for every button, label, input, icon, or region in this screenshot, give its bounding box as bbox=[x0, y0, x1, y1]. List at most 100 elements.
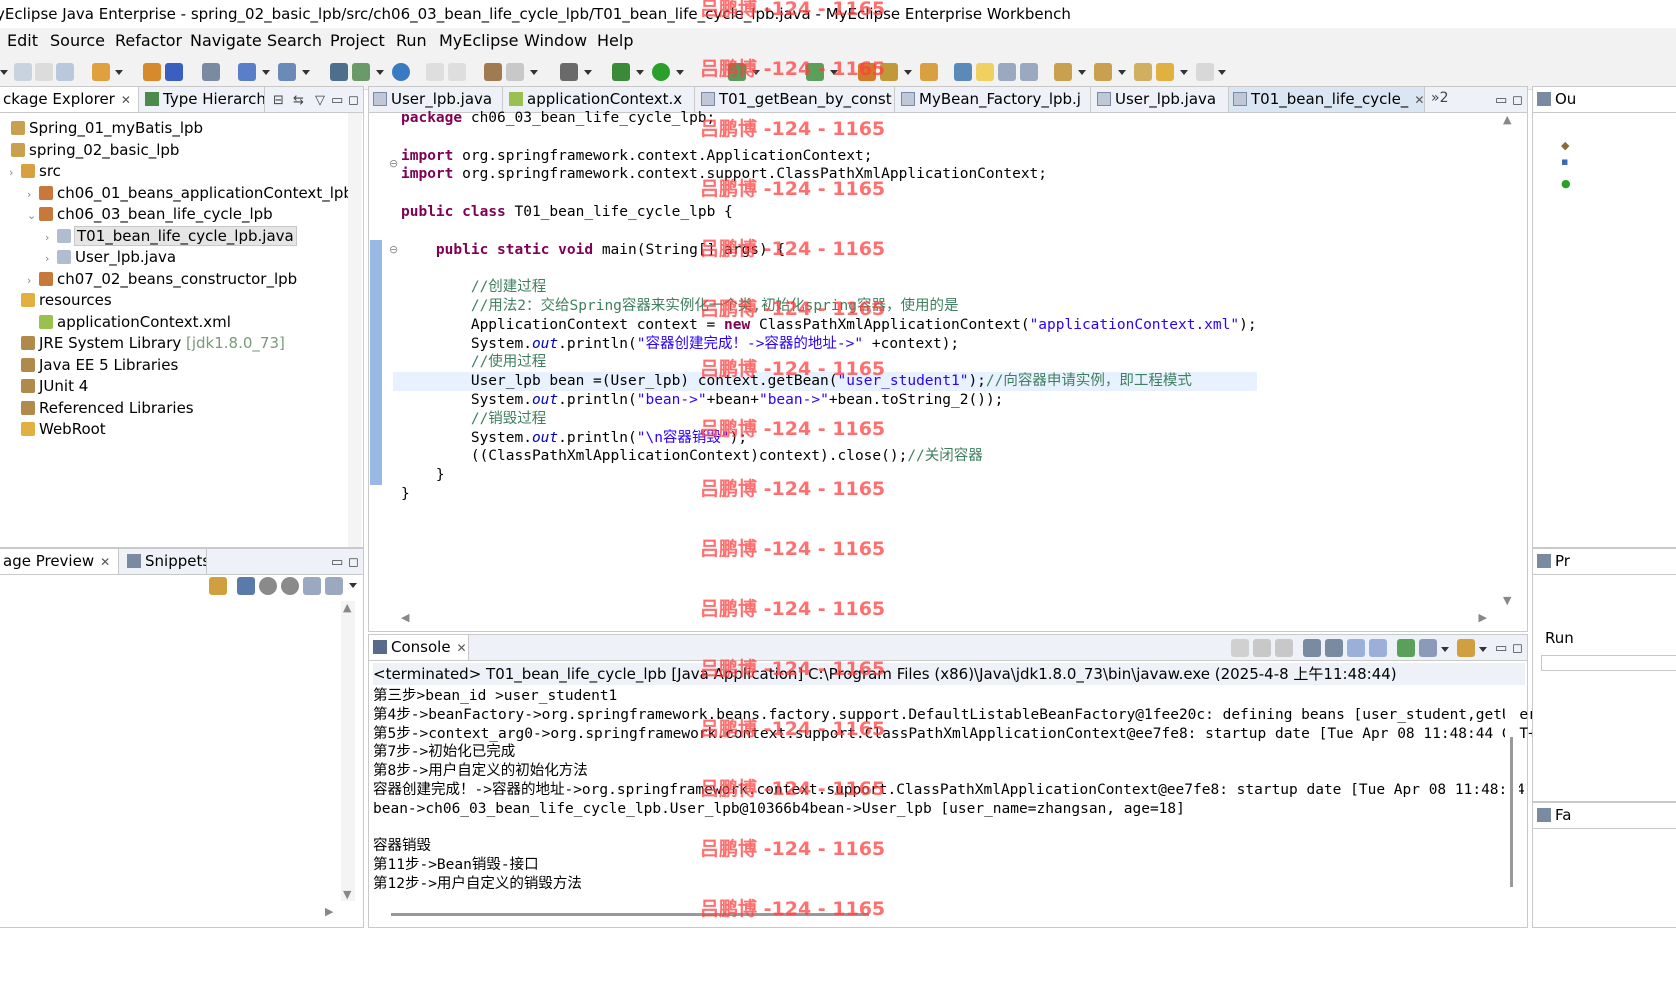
tree-item[interactable]: › ch07_02_beans_constructor_lpb bbox=[0, 269, 297, 290]
history-back-icon[interactable] bbox=[426, 63, 444, 81]
dropdown-arrow-icon[interactable] bbox=[1180, 68, 1188, 76]
maximize-icon[interactable]: ◻ bbox=[1512, 93, 1523, 108]
run-server-icon[interactable] bbox=[278, 63, 296, 81]
chevron-down-icon[interactable]: ⌄ bbox=[27, 205, 39, 226]
save-all-icon[interactable] bbox=[35, 63, 53, 81]
editor-vertical-scrollbar[interactable]: ▲ ▼ bbox=[1501, 113, 1515, 607]
minimize-icon[interactable]: ▭ bbox=[331, 555, 343, 570]
tree-item[interactable]: applicationContext.xml bbox=[0, 312, 231, 333]
code-line[interactable]: } bbox=[393, 466, 1257, 485]
globe-icon[interactable] bbox=[392, 63, 410, 81]
new-wizard-icon[interactable] bbox=[92, 63, 110, 81]
fit-icon[interactable] bbox=[237, 577, 255, 595]
open-console-icon[interactable] bbox=[1457, 639, 1475, 657]
view-menu-icon[interactable]: ▽ bbox=[315, 93, 325, 108]
sync-icon[interactable] bbox=[209, 577, 227, 595]
fold-icon[interactable]: ⊖ bbox=[389, 243, 398, 256]
chevron-right-icon[interactable]: › bbox=[27, 270, 39, 291]
run-external-icon[interactable] bbox=[728, 63, 746, 81]
tab-overflow[interactable]: »2 bbox=[1431, 90, 1448, 106]
code-area[interactable]: package ch06_03_bean_life_cycle_lpb; imp… bbox=[393, 109, 1519, 603]
new-package-icon[interactable] bbox=[484, 63, 502, 81]
scroll-up-icon[interactable]: ▲ bbox=[1503, 113, 1511, 126]
dropdown-arrow-icon[interactable] bbox=[262, 68, 270, 76]
scroll-lock-icon[interactable] bbox=[1325, 639, 1343, 657]
minimize-icon[interactable]: ▭ bbox=[331, 93, 343, 108]
console-vertical-scrollbar[interactable] bbox=[1505, 687, 1519, 887]
dropdown-arrow-icon[interactable] bbox=[636, 68, 644, 76]
open-task-icon[interactable] bbox=[858, 63, 876, 81]
close-icon[interactable]: ✕ bbox=[1414, 93, 1424, 107]
tree-item[interactable]: › ch06_01_beans_applicationContext_lpb bbox=[0, 183, 353, 204]
toggle-block-icon[interactable] bbox=[998, 63, 1016, 81]
link-editor-icon[interactable]: ⇆ bbox=[293, 93, 304, 108]
code-line[interactable]: ((ClassPathXmlApplicationContext)context… bbox=[393, 447, 1257, 466]
new-class-icon[interactable] bbox=[506, 63, 524, 81]
deploy-icon[interactable] bbox=[238, 63, 256, 81]
clear-console-icon[interactable] bbox=[1303, 639, 1321, 657]
scroll-up-icon[interactable]: ▲ bbox=[343, 601, 351, 614]
menu-help[interactable]: Help bbox=[597, 28, 633, 54]
dropdown-arrow-icon[interactable] bbox=[115, 68, 123, 76]
display-console-icon[interactable] bbox=[1419, 639, 1437, 657]
refresh-icon[interactable] bbox=[806, 63, 824, 81]
fit-window-icon[interactable] bbox=[325, 577, 343, 595]
tab-bottom-right[interactable]: Fa bbox=[1533, 803, 1676, 828]
scroll-right-icon[interactable]: ▶ bbox=[1479, 611, 1487, 624]
back-icon[interactable] bbox=[1156, 63, 1174, 81]
word-wrap-icon[interactable] bbox=[1347, 639, 1365, 657]
tree-item[interactable]: spring_02_basic_lpb bbox=[0, 140, 179, 161]
scroll-right-icon[interactable]: ▶ bbox=[325, 905, 333, 918]
menu-run[interactable]: Run bbox=[396, 28, 427, 54]
code-line[interactable]: package ch06_03_bean_life_cycle_lpb; bbox=[393, 109, 1257, 128]
maximize-icon[interactable]: ◻ bbox=[348, 93, 359, 108]
code-line[interactable] bbox=[393, 184, 1257, 203]
dropdown-arrow-icon[interactable] bbox=[1479, 645, 1487, 653]
open-type-icon[interactable] bbox=[143, 63, 161, 81]
menu-project[interactable]: Project bbox=[330, 28, 385, 54]
forward-icon[interactable] bbox=[1196, 63, 1214, 81]
fold-icon[interactable]: ⊖ bbox=[389, 157, 398, 170]
close-icon[interactable]: ✕ bbox=[457, 641, 467, 655]
debug-icon[interactable] bbox=[612, 63, 630, 81]
tab-outline[interactable]: Ou bbox=[1533, 87, 1676, 112]
scroll-down-icon[interactable]: ▼ bbox=[343, 888, 351, 901]
chevron-right-icon[interactable]: › bbox=[45, 227, 57, 248]
open-perspective-icon[interactable] bbox=[330, 63, 348, 81]
dropdown-arrow-icon[interactable] bbox=[0, 68, 8, 76]
menu-myeclipse[interactable]: MyEclipse bbox=[439, 28, 518, 54]
console-horizontal-scrollbar[interactable] bbox=[391, 913, 869, 916]
dropdown-arrow-icon[interactable] bbox=[830, 68, 838, 76]
tree-item[interactable]: ⌄ ch06_03_bean_life_cycle_lpb bbox=[0, 204, 273, 225]
pin-console-icon[interactable] bbox=[1397, 639, 1415, 657]
chevron-right-icon[interactable]: › bbox=[27, 184, 39, 205]
zoom-out-icon[interactable] bbox=[259, 577, 277, 595]
minimize-icon[interactable]: ▭ bbox=[1495, 93, 1507, 108]
browser-icon[interactable] bbox=[352, 63, 370, 81]
code-line[interactable]: User_lpb bean =(User_lpb) context.getBea… bbox=[393, 372, 1257, 391]
maximize-icon[interactable]: ◻ bbox=[1512, 641, 1523, 656]
code-line[interactable] bbox=[393, 128, 1257, 147]
dropdown-arrow-icon[interactable] bbox=[1218, 68, 1226, 76]
show-whitespace-icon[interactable] bbox=[1020, 63, 1038, 81]
tab-type-hierarchy[interactable]: Type Hierarchy bbox=[141, 87, 265, 112]
tree-item[interactable]: Spring_01_myBatis_lpb bbox=[0, 118, 203, 139]
run-field[interactable] bbox=[1541, 655, 1676, 671]
code-line[interactable] bbox=[393, 222, 1257, 241]
dropdown-arrow-icon[interactable] bbox=[584, 68, 592, 76]
code-line[interactable]: import org.springframework.context.Appli… bbox=[393, 147, 1257, 166]
code-line[interactable]: import org.springframework.context.suppo… bbox=[393, 165, 1257, 184]
console-output[interactable]: 第三步>bean_id >user_student1 第4步->beanFacto… bbox=[373, 687, 1546, 894]
menu-refactor[interactable]: Refactor bbox=[115, 28, 182, 54]
chevron-right-icon[interactable]: › bbox=[45, 248, 57, 269]
chevron-right-icon[interactable]: › bbox=[9, 162, 21, 183]
code-line[interactable]: //使用过程 bbox=[393, 353, 1257, 372]
menu-navigate[interactable]: Navigate bbox=[190, 28, 262, 54]
close-icon[interactable]: ✕ bbox=[100, 555, 110, 569]
code-line[interactable]: } bbox=[393, 485, 1257, 504]
code-line[interactable]: ApplicationContext context = new ClassPa… bbox=[393, 316, 1257, 335]
run-icon[interactable] bbox=[652, 63, 670, 81]
menu-edit[interactable]: Edit bbox=[7, 28, 38, 54]
highlight-icon[interactable] bbox=[976, 63, 994, 81]
terminal-icon[interactable] bbox=[560, 63, 578, 81]
